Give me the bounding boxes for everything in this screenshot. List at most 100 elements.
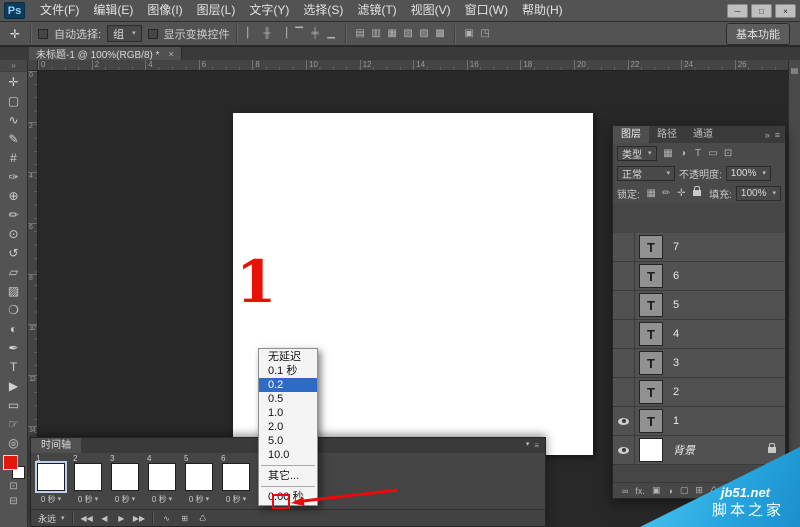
frame-delay-option[interactable]: 无延迟 [259, 350, 317, 364]
restore-button[interactable]: □ [751, 4, 772, 18]
menu-item[interactable]: 图层(L) [190, 0, 243, 22]
frame-delay-option[interactable]: 10.0 [259, 448, 317, 462]
distribute-top-icon[interactable]: ▤ [353, 26, 368, 42]
crop-tool[interactable]: # [2, 148, 26, 167]
distribute-right-icon[interactable]: ▩ [433, 26, 448, 42]
auto-select-checkbox[interactable] [38, 29, 48, 39]
layer-row[interactable]: T 4 [613, 320, 785, 349]
animation-frame[interactable]: 4 0 秒 ▾ [144, 454, 180, 508]
layer-row[interactable]: T 3 [613, 349, 785, 378]
history-brush-tool[interactable]: ↺ [2, 243, 26, 262]
menu-item[interactable]: 文件(F) [33, 0, 86, 22]
layer-mask-icon[interactable]: ▣ [652, 485, 661, 496]
link-layers-icon[interactable]: ∞ [622, 486, 628, 496]
layer-row[interactable]: T 2 [613, 378, 785, 407]
menu-item[interactable]: 窗口(W) [458, 0, 515, 22]
3d-mode-icon[interactable]: ◳ [478, 26, 493, 42]
distribute-left-icon[interactable]: ▧ [401, 26, 416, 42]
visibility-cell[interactable] [613, 349, 635, 377]
animation-frame[interactable]: 2 0 秒 ▾ [70, 454, 106, 508]
collapse-panel-icon[interactable]: » [765, 130, 770, 140]
show-transform-checkbox[interactable] [148, 29, 158, 39]
delete-frame-button[interactable]: ♺ [197, 514, 208, 523]
frame-thumbnail[interactable] [222, 463, 250, 491]
prev-frame-button[interactable]: ◀ [99, 514, 110, 523]
auto-align-layers-icon[interactable]: ▣ [462, 26, 477, 42]
lock-all-icon[interactable] [693, 190, 701, 196]
align-vcenter-icon[interactable]: ╪ [308, 26, 323, 42]
frame-delay-option[interactable]: 0.00 秒 [259, 490, 317, 504]
gradient-tool[interactable]: ▨ [2, 281, 26, 300]
next-frame-button[interactable]: ▶▶ [133, 514, 145, 523]
frame-delay-option[interactable]: 0.5 [259, 392, 317, 406]
animation-frame[interactable]: 6 0 秒 ▾ [218, 454, 254, 508]
visibility-cell[interactable] [613, 436, 635, 464]
visibility-cell[interactable] [613, 291, 635, 319]
menu-item[interactable]: 图像(I) [140, 0, 189, 22]
lasso-tool[interactable]: ∿ [2, 110, 26, 129]
foreground-color-swatch[interactable] [3, 455, 18, 470]
layer-row[interactable]: T 7 [613, 233, 785, 262]
shape-tool[interactable]: ▭ [2, 395, 26, 414]
frame-delay-dropdown[interactable]: 0 秒 ▾ [41, 493, 61, 505]
zoom-tool[interactable]: ◎ [2, 433, 26, 452]
move-tool-preset-icon[interactable]: ✛ [6, 27, 24, 41]
visibility-cell[interactable] [613, 320, 635, 348]
animation-frame[interactable]: 1 0 秒 ▾ [33, 454, 69, 508]
tween-button[interactable]: ∿ [161, 514, 172, 523]
align-top-icon[interactable]: ▔ [292, 26, 307, 42]
loop-count-dropdown[interactable]: 永远 ▾ [38, 512, 65, 525]
blend-mode-dropdown[interactable]: 正常 ▾ [617, 166, 675, 181]
lock-position-icon[interactable]: ✛ [674, 188, 689, 199]
visibility-cell[interactable] [613, 262, 635, 290]
frame-thumbnail[interactable] [74, 463, 102, 491]
frame-delay-option[interactable]: 0.1 秒 [259, 364, 317, 378]
lock-transparency-icon[interactable]: ▦ [644, 188, 659, 199]
menu-item[interactable]: 文字(Y) [242, 0, 296, 22]
brush-tool[interactable]: ✏ [2, 205, 26, 224]
align-right-icon[interactable]: ▕ [276, 26, 291, 42]
align-hcenter-icon[interactable]: ╫ [260, 26, 275, 42]
frame-delay-dropdown[interactable]: 0 秒 ▾ [78, 493, 98, 505]
layer-group-icon[interactable]: ▢ [680, 485, 689, 496]
visibility-cell[interactable] [613, 378, 635, 406]
play-button[interactable]: ▶ [116, 514, 127, 523]
pen-tool[interactable]: ✒ [2, 338, 26, 357]
clone-stamp-tool[interactable]: ⊙ [2, 224, 26, 243]
frame-delay-option[interactable]: 5.0 [259, 434, 317, 448]
filter-type-dropdown[interactable]: 类型 ▾ [617, 146, 657, 161]
auto-select-target-dropdown[interactable]: 组 ▾ [107, 25, 142, 42]
eyedropper-tool[interactable]: ✑ [2, 167, 26, 186]
frame-delay-dropdown[interactable]: 0 秒 ▾ [189, 493, 209, 505]
minimize-button[interactable]: ─ [727, 4, 748, 18]
menu-item[interactable]: 帮助(H) [515, 0, 570, 22]
screen-mode-icon[interactable]: ⊟ [9, 494, 17, 509]
delay-chevron-down-icon[interactable]: ▾ [132, 496, 136, 503]
tools-collapse-icon[interactable]: » [0, 60, 27, 72]
menu-item[interactable]: 编辑(E) [86, 0, 140, 22]
visibility-cell[interactable] [613, 407, 635, 435]
layer-effects-icon[interactable]: fx. [635, 486, 645, 496]
marquee-tool[interactable]: ▢ [2, 91, 26, 110]
align-bottom-icon[interactable]: ▁ [324, 26, 339, 42]
frame-delay-option[interactable]: 2.0 [259, 420, 317, 434]
type-tool[interactable]: T [2, 357, 26, 376]
new-layer-icon[interactable]: ⊞ [695, 485, 703, 496]
fill-dropdown[interactable]: 100% ▾ [736, 186, 781, 201]
document-tab[interactable]: 未标题-1 @ 100%(RGB/8) * × [29, 47, 182, 60]
delay-chevron-down-icon[interactable]: ▾ [169, 496, 173, 503]
frame-delay-option[interactable] [261, 462, 315, 466]
menu-item[interactable]: 视图(V) [404, 0, 458, 22]
filter-smart-object-icon[interactable]: ⊡ [721, 148, 736, 159]
filter-shape-icon[interactable]: ▭ [706, 148, 721, 159]
layer-row[interactable]: T 5 [613, 291, 785, 320]
quick-mask-icon[interactable]: ⊡ [9, 479, 17, 494]
move-tool[interactable]: ✛ [2, 72, 26, 91]
workspace-switcher-button[interactable]: 基本功能 [726, 23, 790, 45]
frame-thumbnail[interactable] [185, 463, 213, 491]
layer-row[interactable]: 背景 [613, 436, 785, 465]
first-frame-button[interactable]: ◀◀ [81, 514, 93, 523]
panel-tab[interactable]: 图层 [613, 126, 649, 143]
distribute-vcenter-icon[interactable]: ▥ [369, 26, 384, 42]
timeline-menu-icon[interactable]: ≡ [534, 441, 539, 450]
